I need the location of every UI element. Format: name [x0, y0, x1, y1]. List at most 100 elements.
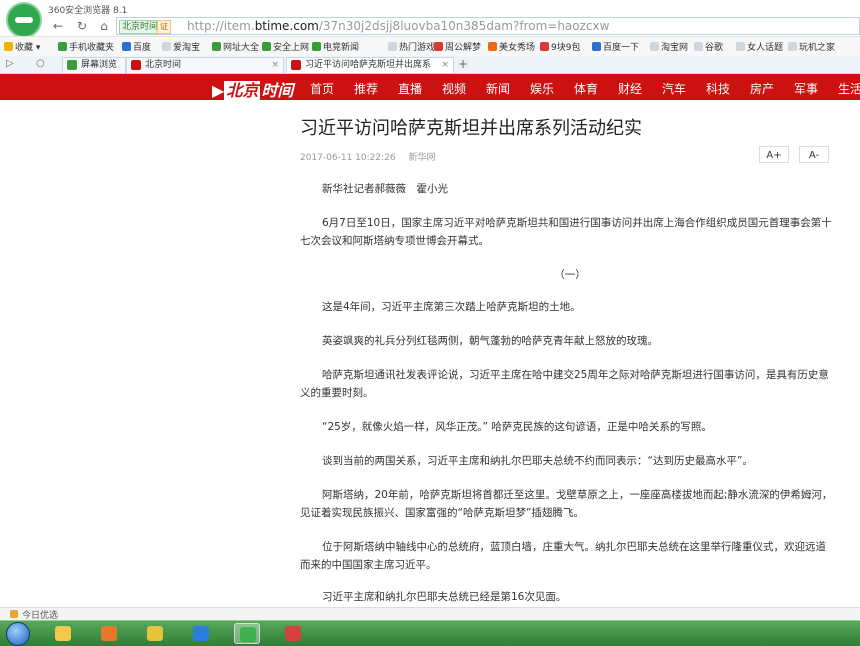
favorite-link[interactable]: 爱淘宝 [162, 40, 200, 53]
url-text[interactable]: http://item.btime.com/37n30j2dsjj8luovba… [187, 19, 609, 33]
taskbar-button[interactable] [142, 623, 168, 644]
favorite-label: 手机收藏夹 [69, 43, 115, 53]
font-increase-button[interactable]: A+ [759, 146, 789, 163]
article-paragraph: 习近平主席和纳扎尔巴耶夫总统已经是第16次见面。 [322, 591, 567, 603]
tab-label: 习近平访问哈萨克斯坦并出席系 [305, 60, 432, 70]
tab-favicon-icon [291, 60, 301, 70]
favorite-icon [788, 42, 797, 51]
tab-favicon-icon [131, 60, 141, 70]
tab-bar: ▷ ○ 屏幕浏览 北京时间 × 习近平访问哈萨克斯坦并出席系 × + [0, 56, 860, 74]
font-decrease-button[interactable]: A- [799, 146, 829, 163]
article-paragraph: “25岁，就像火焰一样，风华正茂。” 哈萨克民族的这句谚语，正是中哈关系的写照。 [322, 421, 712, 433]
article-paragraph: 位于阿斯塔纳中轴线中心的总统府，蓝顶白墙，庄重大气。纳扎尔巴耶夫总统在这里举行隆… [300, 541, 826, 571]
favorite-icon [212, 42, 221, 51]
taskbar-button[interactable] [50, 623, 76, 644]
site-header: ▶ 北京 时间 首页 推荐 直播 视频 新闻 娱乐 体育 财经 汽车 科技 房产 军事 生活 [0, 74, 860, 100]
article-paragraph: 哈萨克斯坦通讯社发表评论说，习近平主席在哈中建交25周年之际对哈萨克斯坦进行国事… [300, 369, 829, 399]
favorite-link[interactable]: 谷歌 [694, 40, 723, 53]
site-nav-item[interactable]: 汽车 [662, 80, 686, 97]
home-icon[interactable]: ⌂ [96, 18, 112, 34]
kugou-icon [193, 626, 209, 641]
paint-icon [147, 626, 163, 641]
site-nav-item[interactable]: 直播 [398, 80, 422, 97]
site-badge: 北京时间 [119, 20, 162, 34]
close-tab-icon[interactable]: × [441, 58, 449, 72]
favorite-label: 收藏 ▾ [15, 43, 41, 53]
site-nav-item[interactable]: 军事 [794, 80, 818, 97]
favorite-link[interactable]: 9块9包 [540, 40, 580, 53]
favorite-icon [650, 42, 659, 51]
favorite-icon [540, 42, 549, 51]
taskbar-button[interactable] [96, 623, 122, 644]
favorite-icon [262, 42, 271, 51]
new-tab-icon[interactable]: + [458, 57, 468, 71]
site-nav-item[interactable]: 科技 [706, 80, 730, 97]
article-paragraph: 谈到当前的两国关系，习近平主席和纳扎尔巴耶夫总统不约而同表示：“达到历史最高水平… [322, 455, 753, 467]
favorite-link[interactable]: 百度 [122, 40, 151, 53]
site-logo[interactable]: ▶ 北京 时间 [212, 77, 293, 101]
browser-360-logo-icon[interactable] [6, 2, 42, 38]
favorite-label: 百度一下 [603, 43, 640, 53]
favorite-link[interactable]: 电竞新闻 [312, 40, 359, 53]
site-nav-item[interactable]: 视频 [442, 80, 466, 97]
favorite-link[interactable]: 淘宝网 [650, 40, 688, 53]
address-bar[interactable]: 北京时间 证 http://item.btime.com/37n30j2dsjj… [116, 17, 860, 35]
site-nav-item[interactable]: 娱乐 [530, 80, 554, 97]
address-row: ← ↻ ⌂ 北京时间 证 http://item.btime.com/37n30… [44, 16, 860, 36]
tab-label: 屏幕浏览 [81, 60, 118, 70]
favorite-label: 美女秀场 [499, 43, 536, 53]
site-nav-item[interactable]: 推荐 [354, 80, 378, 97]
site-nav-item[interactable]: 生活 [838, 80, 860, 97]
favorite-label: 网址大全 [223, 43, 260, 53]
favorite-link[interactable]: 手机收藏夹 [58, 40, 114, 53]
favorite-link[interactable]: 周公解梦 [434, 40, 481, 53]
favorite-icon [122, 42, 131, 51]
favorite-label: 周公解梦 [445, 43, 482, 53]
favorite-label: 电竞新闻 [323, 43, 360, 53]
refresh-icon[interactable]: ↻ [74, 18, 90, 34]
favorite-label: 谷歌 [705, 43, 724, 53]
favorite-label: 百度 [133, 43, 152, 53]
close-tab-icon[interactable]: × [271, 58, 279, 72]
article-date: 2017-06-11 10:22:26 [300, 153, 396, 163]
favorite-link[interactable]: 玩机之家 [788, 40, 835, 53]
taskbar [0, 620, 860, 646]
cloud-icon[interactable]: ○ [36, 58, 45, 69]
tab-article[interactable]: 习近平访问哈萨克斯坦并出席系 × [286, 57, 454, 73]
favorite-label: 玩机之家 [799, 43, 836, 53]
article-source: 新华网 [408, 153, 436, 163]
gift-icon [10, 610, 18, 618]
site-nav-item[interactable]: 财经 [618, 80, 642, 97]
certificate-badge[interactable]: 证 [157, 20, 171, 34]
favorite-link[interactable]: 热门游戏 [388, 40, 435, 53]
favorite-icon [58, 42, 67, 51]
screenshot-icon [285, 626, 301, 641]
start-button[interactable] [6, 622, 30, 646]
tab-screen-browse[interactable]: 屏幕浏览 [62, 57, 126, 73]
taskbar-button[interactable] [234, 623, 260, 644]
article-paragraph: 阿斯塔纳，20年前，哈萨克斯坦将首都迁至这里。戈壁草原之上，一座座高楼拔地而起;… [300, 489, 833, 519]
article-paragraph: 英姿飒爽的礼兵分列红毯两侧，朝气蓬勃的哈萨克青年献上怒放的玫瑰。 [322, 335, 658, 347]
status-bar: 今日优选 [0, 607, 860, 621]
favorite-link[interactable]: 收藏 ▾ [4, 40, 40, 53]
site-nav-item[interactable]: 体育 [574, 80, 598, 97]
site-nav-item[interactable]: 新闻 [486, 80, 510, 97]
site-nav-item[interactable]: 房产 [750, 80, 774, 97]
tab-favicon-icon [67, 60, 77, 70]
favorite-link[interactable]: 女人话题 [736, 40, 783, 53]
favorite-icon [592, 42, 601, 51]
favorite-link[interactable]: 网址大全 [212, 40, 259, 53]
taskbar-button[interactable] [280, 623, 306, 644]
tab-btime[interactable]: 北京时间 × [126, 57, 284, 73]
sidebar-toggle-icon[interactable]: ▷ [6, 58, 14, 69]
favorite-icon [162, 42, 171, 51]
favorite-link[interactable]: 百度一下 [592, 40, 639, 53]
favorite-link[interactable]: 美女秀场 [488, 40, 535, 53]
taskbar-button[interactable] [188, 623, 214, 644]
favorite-icon [388, 42, 397, 51]
site-nav-item[interactable]: 首页 [310, 80, 334, 97]
favorite-link[interactable]: 安全上网 [262, 40, 309, 53]
back-arrow-icon[interactable]: ← [50, 18, 66, 34]
favorites-bar: 收藏 ▾ 手机收藏夹 百度 爱淘宝 网址大全 安全上网 电竞新闻 热门游戏 周公解梦 美女秀场 9块… [0, 36, 860, 57]
favorite-label: 淘宝网 [661, 43, 689, 53]
